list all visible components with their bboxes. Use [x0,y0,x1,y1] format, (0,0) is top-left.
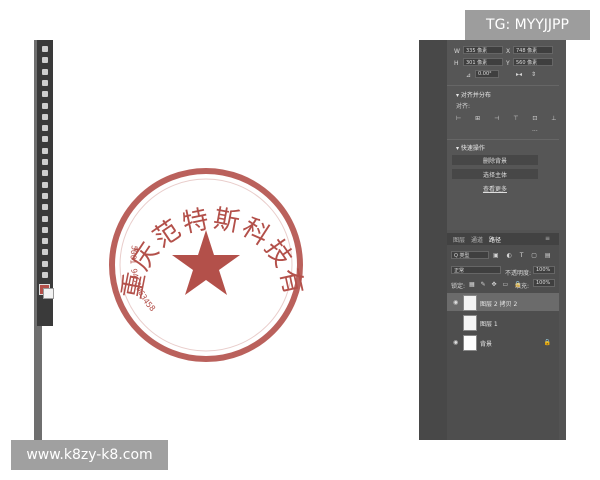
layer-name: 图层 1 [480,321,498,328]
fill-field[interactable]: 100% [533,279,555,287]
flip-vertical-icon[interactable]: ⇕ [531,71,536,78]
lock-icon: 🔒 [543,339,551,346]
quick-actions-title: ▾ 快速操作 [456,145,485,152]
width-field[interactable]: 335 像素 [463,46,503,54]
divider [447,139,559,140]
panel-menu-icon[interactable]: ≡ [545,235,550,242]
layer-row[interactable]: ◉ 背景 🔒 [447,333,559,351]
lock-label: 锁定: [451,283,466,290]
divider [447,85,559,86]
angle-field[interactable]: 0.00° [475,70,499,78]
layer-row[interactable]: 图层 1 [447,313,559,331]
more-options-icon[interactable]: ··· [532,128,538,135]
eye-icon[interactable]: ◉ [453,339,458,346]
layer-row[interactable]: ◉ 图层 2 拷贝 2 [447,293,559,311]
layer-name: 背景 [480,341,493,348]
select-subject-button[interactable]: 选择主体 [452,169,538,179]
view-more-link[interactable]: 查看更多 [452,183,538,193]
dock-strip [419,40,447,440]
x-field[interactable]: 748 像素 [513,46,553,54]
seal-text: 重庆范特斯科技有限公司 [0,0,309,301]
align-label: 对齐: [456,103,471,110]
properties-panel [447,40,566,230]
h-label: H [454,60,459,67]
align-buttons[interactable]: ⊢ ⊞ ⊣ ⊤ ⊡ ⊥ [456,115,563,122]
layer-name: 图层 2 拷贝 2 [480,301,518,308]
layer-thumbnail [463,335,477,351]
remove-background-button[interactable]: 删除背景 [452,155,538,165]
eye-icon[interactable]: ◉ [453,299,458,306]
height-field[interactable]: 301 像素 [463,58,503,66]
layer-thumbnail [463,315,477,331]
fill-label: 填充: [515,283,530,290]
x-label: X [506,48,511,55]
tab-layers[interactable]: 图层 [453,235,465,244]
layer-filter-icons[interactable]: ▣ ◐ T ▢ ▤ [493,252,554,259]
blend-mode-select[interactable]: 正常 [451,266,501,274]
flip-horizontal-icon[interactable]: ▸◂ [516,71,522,78]
w-label: W [454,48,460,55]
align-section-title: ▾ 对齐并分布 [456,92,491,99]
opacity-label: 不透明度: [505,270,532,277]
tab-paths[interactable]: 路径 [489,235,501,244]
opacity-field[interactable]: 100% [533,266,555,274]
tab-channels[interactable]: 通道 [471,235,483,244]
layers-panel: 图层 通道 路径 ≡ Q 类型 ▣ ◐ T ▢ ▤ 正常 不透明度: 100% … [447,233,559,440]
layer-filter-select[interactable]: Q 类型 [451,251,489,259]
y-label: Y [506,60,510,67]
layer-thumbnail [463,295,477,311]
y-field[interactable]: 560 像素 [513,58,553,66]
angle-icon: ⊿ [466,72,472,79]
layers-tabs: 图层 通道 路径 ≡ [447,233,559,245]
